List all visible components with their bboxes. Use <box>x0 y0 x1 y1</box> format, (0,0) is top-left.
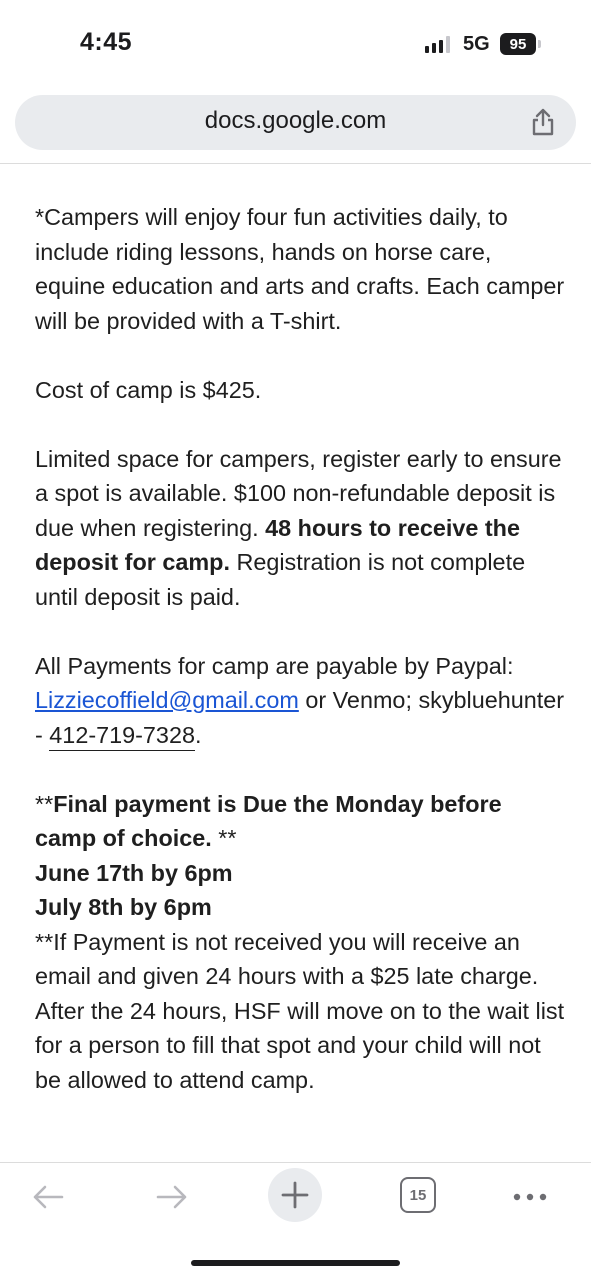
forward-arrow-icon <box>156 1185 187 1209</box>
tabs-button[interactable]: 15 <box>400 1177 436 1213</box>
forward-button[interactable] <box>152 1177 192 1217</box>
cost-paragraph: Cost of camp is $425. <box>35 376 262 403</box>
deadline-date-2: July 8th by 6pm <box>35 890 565 925</box>
activities-paragraph: *Campers will enjoy four fun activities … <box>35 204 565 334</box>
signal-strength-icon <box>425 36 450 53</box>
back-arrow-icon <box>33 1185 64 1209</box>
late-notice-paragraph: **If Payment is not received you will re… <box>35 928 565 1093</box>
more-dots-icon <box>513 1193 547 1201</box>
status-time: 4:45 <box>80 28 133 56</box>
final-payment-line: **Final payment is Due the Monday before… <box>35 787 565 856</box>
address-bar[interactable]: docs.google.com <box>15 95 576 150</box>
battery-icon: 95 <box>500 33 536 55</box>
browser-toolbar: 15 <box>0 1163 591 1280</box>
battery-level: 95 <box>509 35 527 53</box>
final-payment-suffix: ** <box>211 825 237 851</box>
more-options-button[interactable] <box>510 1177 550 1217</box>
network-type: 5G <box>463 33 490 55</box>
final-payment-text: Final payment is Due the Monday before c… <box>35 790 502 852</box>
payments-intro: All Payments for camp are payable by Pay… <box>35 652 514 679</box>
document-body: *Campers will enjoy four fun activities … <box>35 200 565 1097</box>
venmo-phone-link[interactable]: 412-719-7328 <box>49 721 195 751</box>
plus-icon <box>281 1181 309 1209</box>
top-divider <box>0 163 591 164</box>
battery-nub <box>538 40 541 48</box>
deadline-date-1-text: June 17th by 6pm <box>35 859 233 886</box>
deadline-date-2-text: July 8th by 6pm <box>35 894 212 920</box>
deadline-date-1: June 17th by 6pm <box>35 856 565 891</box>
home-indicator[interactable] <box>191 1260 400 1266</box>
final-payment-prefix: ** <box>35 790 54 817</box>
tab-count: 15 <box>409 1186 427 1204</box>
share-icon[interactable] <box>528 107 558 137</box>
url-text[interactable]: docs.google.com <box>15 107 576 135</box>
back-button[interactable] <box>28 1177 68 1217</box>
paypal-email-link[interactable]: Lizziecoffield@gmail.com <box>35 687 299 713</box>
status-bar: 4:45 5G 95 <box>0 0 591 88</box>
registration-paragraph: Limited space for campers, register earl… <box>35 442 565 615</box>
payments-paragraph: All Payments for camp are payable by Pay… <box>35 649 565 753</box>
payments-end: . <box>194 721 202 748</box>
new-tab-button[interactable] <box>268 1168 322 1222</box>
